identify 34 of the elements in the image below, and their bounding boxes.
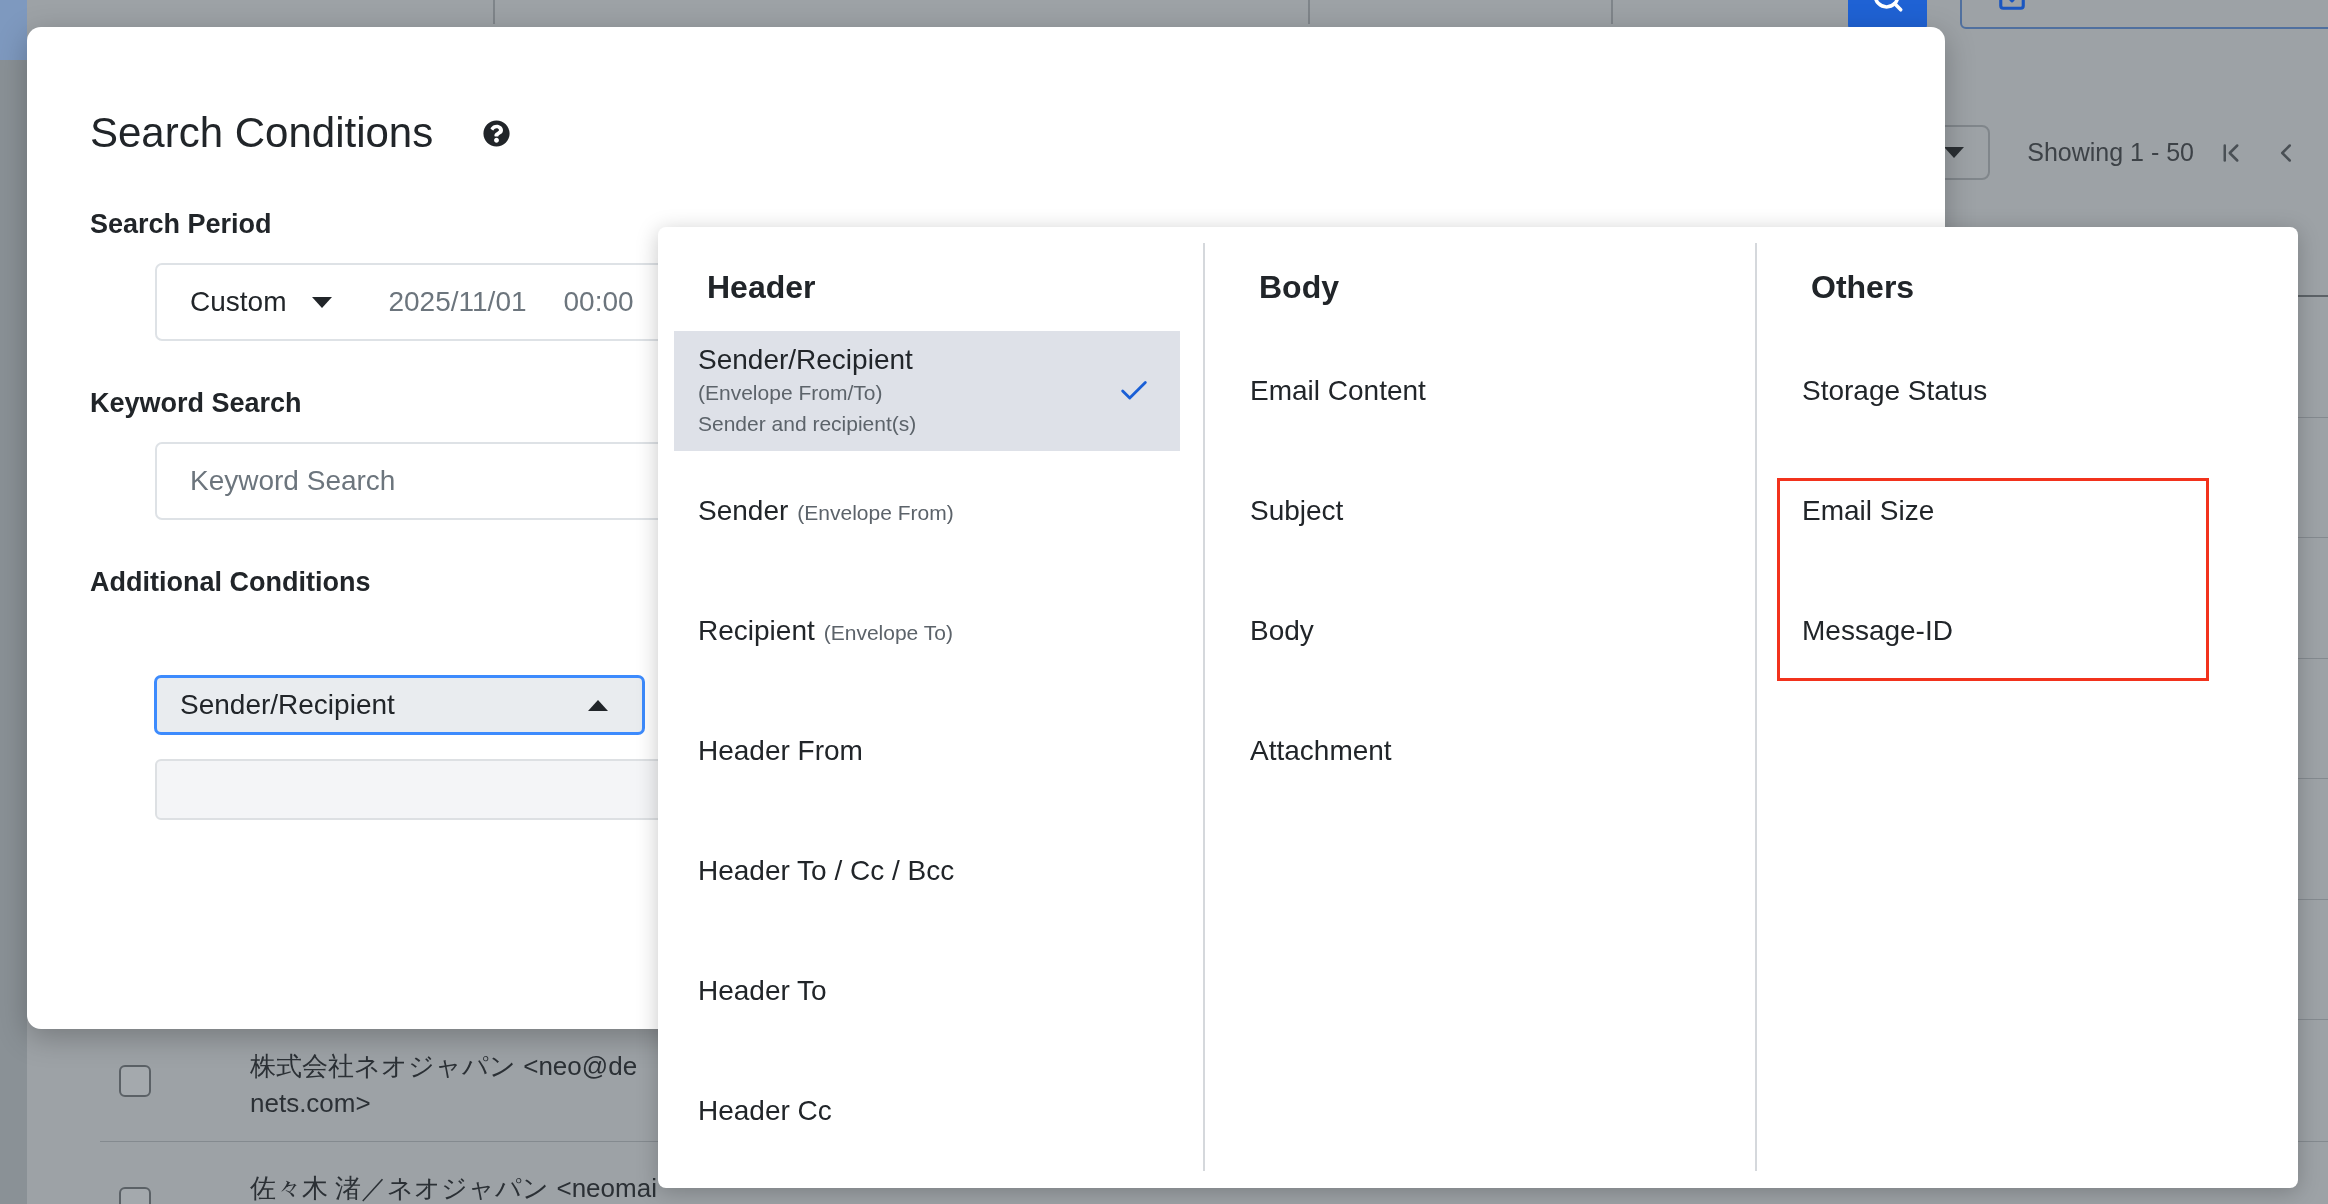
menu-option[interactable]: Header Cc [674, 1051, 1180, 1171]
sender-cell-text: 株式会社ネオジャパン <neo@de nets.com> [250, 1050, 638, 1120]
showing-count: Showing 1 - 50 [2027, 138, 2194, 167]
menu-option[interactable]: Email Size [1778, 451, 2275, 571]
menu-option[interactable]: Subject [1226, 451, 1732, 571]
start-date-field[interactable]: 2025/11/01 [388, 286, 527, 318]
menu-option[interactable]: Sender (Envelope From) [674, 451, 1180, 571]
menu-option[interactable]: Recipient (Envelope To) [674, 571, 1180, 691]
menu-option[interactable]: Message-ID [1778, 571, 2275, 691]
menu-option[interactable]: Email Content [1226, 331, 1732, 451]
menu-option[interactable]: Storage Status [1778, 331, 2275, 451]
caret-up-icon [588, 699, 608, 711]
period-select[interactable]: Custom [190, 286, 333, 318]
field-label: Search Period [90, 208, 272, 241]
condition-type-select[interactable]: Sender/Recipient [154, 675, 645, 735]
help-icon[interactable] [483, 119, 511, 147]
sidebar-header [0, 0, 27, 60]
field-label: Additional Conditions [90, 566, 371, 599]
sender-cell-text: 佐々木 渚／ネオジャパン <neomai [250, 1172, 657, 1204]
menu-column-heading: Body [1259, 268, 1339, 306]
caret-down-icon [1944, 147, 1965, 158]
menu-column-heading: Others [1811, 268, 1915, 306]
menu-option[interactable]: Attachment [1226, 691, 1732, 811]
row-checkbox[interactable] [119, 1064, 151, 1097]
start-time-field[interactable]: 00:00 [563, 286, 634, 318]
menu-option[interactable]: Body [1226, 571, 1732, 691]
menu-option[interactable]: Header From [674, 691, 1180, 811]
menu-column-heading: Header [707, 268, 816, 306]
caret-down-icon [312, 296, 333, 308]
menu-option[interactable]: Header To [674, 931, 1180, 1051]
field-label: Keyword Search [90, 387, 302, 420]
menu-option[interactable]: Sender/Recipient (Envelope From/To) Sender and recipient(s) [674, 331, 1180, 451]
menu-option[interactable]: Header To / Cc / Bcc [674, 811, 1180, 931]
dialog-title: Search Conditions [90, 108, 434, 158]
